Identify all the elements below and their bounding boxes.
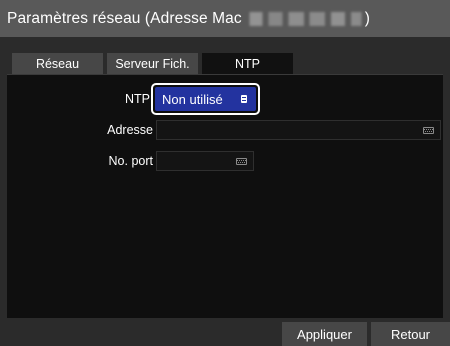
- ntp-select[interactable]: Non utilisé: [151, 83, 260, 115]
- port-label: No. port: [108, 154, 153, 168]
- window-title-bar: Paramètres réseau (Adresse Mac ): [0, 0, 450, 37]
- list-icon: [241, 95, 247, 103]
- address-input[interactable]: [156, 120, 441, 140]
- tab-ntp[interactable]: NTP: [202, 53, 293, 74]
- window-title: Paramètres réseau (Adresse Mac: [7, 9, 242, 27]
- ntp-label: NTP: [125, 92, 150, 106]
- port-input[interactable]: [156, 151, 254, 171]
- back-button[interactable]: Retour: [371, 322, 450, 346]
- ntp-select-value: Non utilisé: [162, 91, 223, 107]
- mac-address-redacted: [245, 11, 364, 26]
- keyboard-icon[interactable]: [423, 127, 434, 134]
- ntp-select-value-box[interactable]: Non utilisé: [155, 87, 256, 111]
- tab-bar: Réseau Serveur Fich. NTP: [12, 53, 293, 74]
- tab-reseau[interactable]: Réseau: [12, 53, 103, 74]
- apply-button[interactable]: Appliquer: [282, 322, 367, 346]
- tab-serveur-fich[interactable]: Serveur Fich.: [107, 53, 198, 74]
- window-title-suffix: ): [364, 9, 370, 27]
- keyboard-icon[interactable]: [236, 158, 247, 165]
- address-label: Adresse: [107, 123, 153, 137]
